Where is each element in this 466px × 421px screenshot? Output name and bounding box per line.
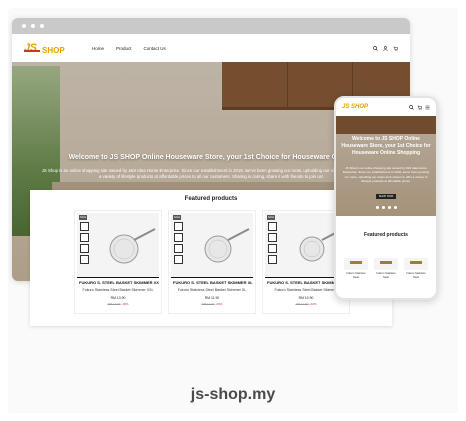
product-image: SALE FUKURO S. STEEL BASKET SKIMMER XL [171, 213, 253, 285]
product-name[interactable]: Fukuro Stainless Steel Basket Skimmer XL [169, 288, 255, 292]
window-dot [40, 24, 44, 28]
sale-badge: SALE [173, 215, 181, 220]
nav-product[interactable]: Product [116, 46, 132, 51]
logo-strip [24, 50, 40, 52]
product-name[interactable]: Fukuro Stainless Steel Basket Skimmer XX… [75, 288, 161, 292]
product-card-list: SALE FUKURO S. STEEL BASKET SKIMMER XXL … [74, 210, 350, 314]
product-price: RM 11.90 [204, 296, 220, 300]
user-icon[interactable] [383, 45, 388, 51]
window-dot [22, 24, 26, 28]
product-old-price: RM 16.90 [107, 302, 121, 306]
window-dot [31, 24, 35, 28]
product-discount: -22% [309, 302, 317, 306]
site-logo[interactable]: JS SHOP [24, 38, 65, 58]
product-card[interactable]: SALE FUKURO S. STEEL BASKET SKIMMER XL F… [168, 210, 256, 314]
logo-shop-text: SHOP [42, 46, 65, 55]
product-old-price: RM 13.90 [295, 302, 309, 306]
product-old-price-row: RM 13.90 -22% [263, 302, 349, 306]
product-image: SALE FUKURO S. STEEL BASKET SKIMMER XXL [77, 213, 159, 285]
header-icons [373, 45, 398, 51]
product-discount: -18% [121, 302, 129, 306]
mobile-logo[interactable]: JS SHOP [342, 104, 368, 110]
product-price: RM 13.90 [110, 296, 126, 300]
carousel-dots[interactable] [376, 206, 397, 209]
mobile-phone-mockup: JS SHOP Welcome to JS SHOP Online Housew… [334, 96, 438, 300]
mobile-product-list: Fukuro Stainless Steel Fukuro Stainless … [344, 258, 428, 279]
hero-description: JS Shop is an online shopping site owned… [41, 168, 381, 179]
mobile-product-image [344, 258, 368, 270]
cart-icon[interactable] [417, 105, 422, 110]
mobile-product-image [374, 258, 398, 270]
cart-icon[interactable] [393, 46, 398, 51]
mobile-product-name: Fukuro Stainless Steel [346, 272, 366, 279]
mobile-hero-banner: Welcome to JS SHOP Online Houseware Stor… [336, 116, 436, 216]
feature-icons [174, 222, 184, 266]
main-nav: Home Product Contact Us [92, 46, 166, 51]
product-discount: -20% [215, 302, 223, 306]
product-banner: FUKURO S. STEEL BASKET SKIMMER XXL [77, 277, 159, 285]
product-card[interactable]: SALE FUKURO S. STEEL BASKET SKIMMER XXL … [74, 210, 162, 314]
product-banner: FUKURO S. STEEL BASKET SKIMMER XL [171, 277, 253, 285]
search-icon[interactable] [409, 104, 414, 110]
mobile-hero-title: Welcome to JS SHOP Online Houseware Stor… [341, 136, 431, 156]
logo-js-text: JS [24, 42, 37, 54]
mobile-hero-description: JS Shop is an online shopping site owned… [342, 166, 430, 184]
skimmer-image [204, 228, 250, 263]
sale-badge: SALE [79, 215, 87, 220]
product-old-price-row: RM 16.90 -18% [75, 302, 161, 306]
nav-contact-us[interactable]: Contact Us [144, 46, 166, 51]
mobile-product-card[interactable]: Fukuro Stainless Steel [374, 258, 398, 279]
mobile-header: JS SHOP [336, 98, 436, 116]
menu-icon[interactable] [425, 105, 430, 110]
mobile-product-name: Fukuro Stainless Steel [376, 272, 396, 279]
search-icon[interactable] [373, 45, 378, 51]
mobile-shop-now-button[interactable]: SHOP NOW [376, 194, 396, 199]
mobile-featured-title: Featured products [364, 232, 408, 238]
mobile-product-image [404, 258, 428, 270]
skimmer-image [109, 228, 156, 264]
feature-icons [268, 222, 278, 266]
site-url-caption: js-shop.my [190, 386, 276, 403]
feature-icons [80, 222, 90, 266]
browser-title-bar [12, 18, 410, 34]
mobile-product-card[interactable]: Fukuro Stainless Steel [344, 258, 368, 279]
site-header: JS SHOP Home Product Contact Us [12, 34, 410, 62]
mobile-header-icons [409, 104, 430, 110]
product-old-price: RM 14.90 [201, 302, 215, 306]
mobile-product-name: Fukuro Stainless Steel [406, 272, 426, 279]
mobile-product-card[interactable]: Fukuro Stainless Steel [404, 258, 428, 279]
nav-home[interactable]: Home [92, 46, 104, 51]
sale-badge: SALE [267, 215, 275, 220]
product-old-price-row: RM 14.90 -20% [169, 302, 255, 306]
